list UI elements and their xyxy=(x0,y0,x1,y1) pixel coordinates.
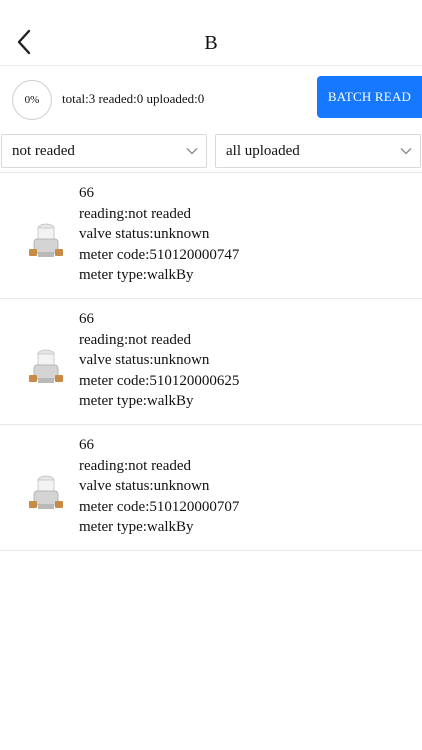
upload-filter-select[interactable]: all uploaded xyxy=(215,134,421,168)
meter-list-item[interactable]: 66 reading:not readed valve status:unkno… xyxy=(0,425,422,551)
water-meter-icon xyxy=(29,349,63,383)
meter-name: 66 xyxy=(79,437,94,453)
meter-code: meter code:510120000747 xyxy=(79,246,240,263)
meter-valve-status: valve status:unknown xyxy=(79,478,210,494)
water-meter-icon xyxy=(29,475,63,509)
meter-name: 66 xyxy=(79,185,94,201)
app-header: B xyxy=(0,0,422,66)
progress-circle: 0% xyxy=(12,80,52,120)
filter-bar: not readed all uploaded xyxy=(0,132,422,172)
meter-info: 66 reading:not readed valve status:unkno… xyxy=(79,309,239,412)
reading-filter-value: not readed xyxy=(12,143,75,159)
read-summary: 0% total:3 readed:0 uploaded:0 BATCH REA… xyxy=(0,66,422,132)
chevron-down-icon xyxy=(186,148,198,155)
meter-type: meter type:walkBy xyxy=(79,519,194,535)
meter-list-item[interactable]: 66 reading:not readed valve status:unkno… xyxy=(0,299,422,425)
meter-code: meter code:510120000625 xyxy=(79,372,240,389)
upload-filter-value: all uploaded xyxy=(226,143,300,159)
chevron-down-icon xyxy=(400,148,412,155)
meter-reading: reading:not readed xyxy=(79,205,192,222)
meter-type: meter type:walkBy xyxy=(79,393,194,409)
meter-valve-status: valve status:unknown xyxy=(79,226,210,242)
meter-reading: reading:not readed xyxy=(79,331,192,348)
meter-list-item[interactable]: 66 reading:not readed valve status:unkno… xyxy=(0,173,422,299)
meter-type: meter type:walkBy xyxy=(79,267,194,283)
water-meter-icon xyxy=(29,223,63,257)
meter-valve-status: valve status:unknown xyxy=(79,352,210,368)
page-title: B xyxy=(204,32,218,54)
batch-read-button[interactable]: BATCH READ xyxy=(317,76,422,118)
meter-info: 66 reading:not readed valve status:unkno… xyxy=(79,435,239,538)
meter-info: 66 reading:not readed valve status:unkno… xyxy=(79,183,239,286)
reading-filter-select[interactable]: not readed xyxy=(1,134,207,168)
meter-list: 66 reading:not readed valve status:unkno… xyxy=(0,172,422,551)
stats-text: total:3 readed:0 uploaded:0 xyxy=(62,91,205,106)
meter-name: 66 xyxy=(79,311,94,327)
meter-code: meter code:510120000707 xyxy=(79,498,240,515)
meter-reading: reading:not readed xyxy=(79,457,192,474)
